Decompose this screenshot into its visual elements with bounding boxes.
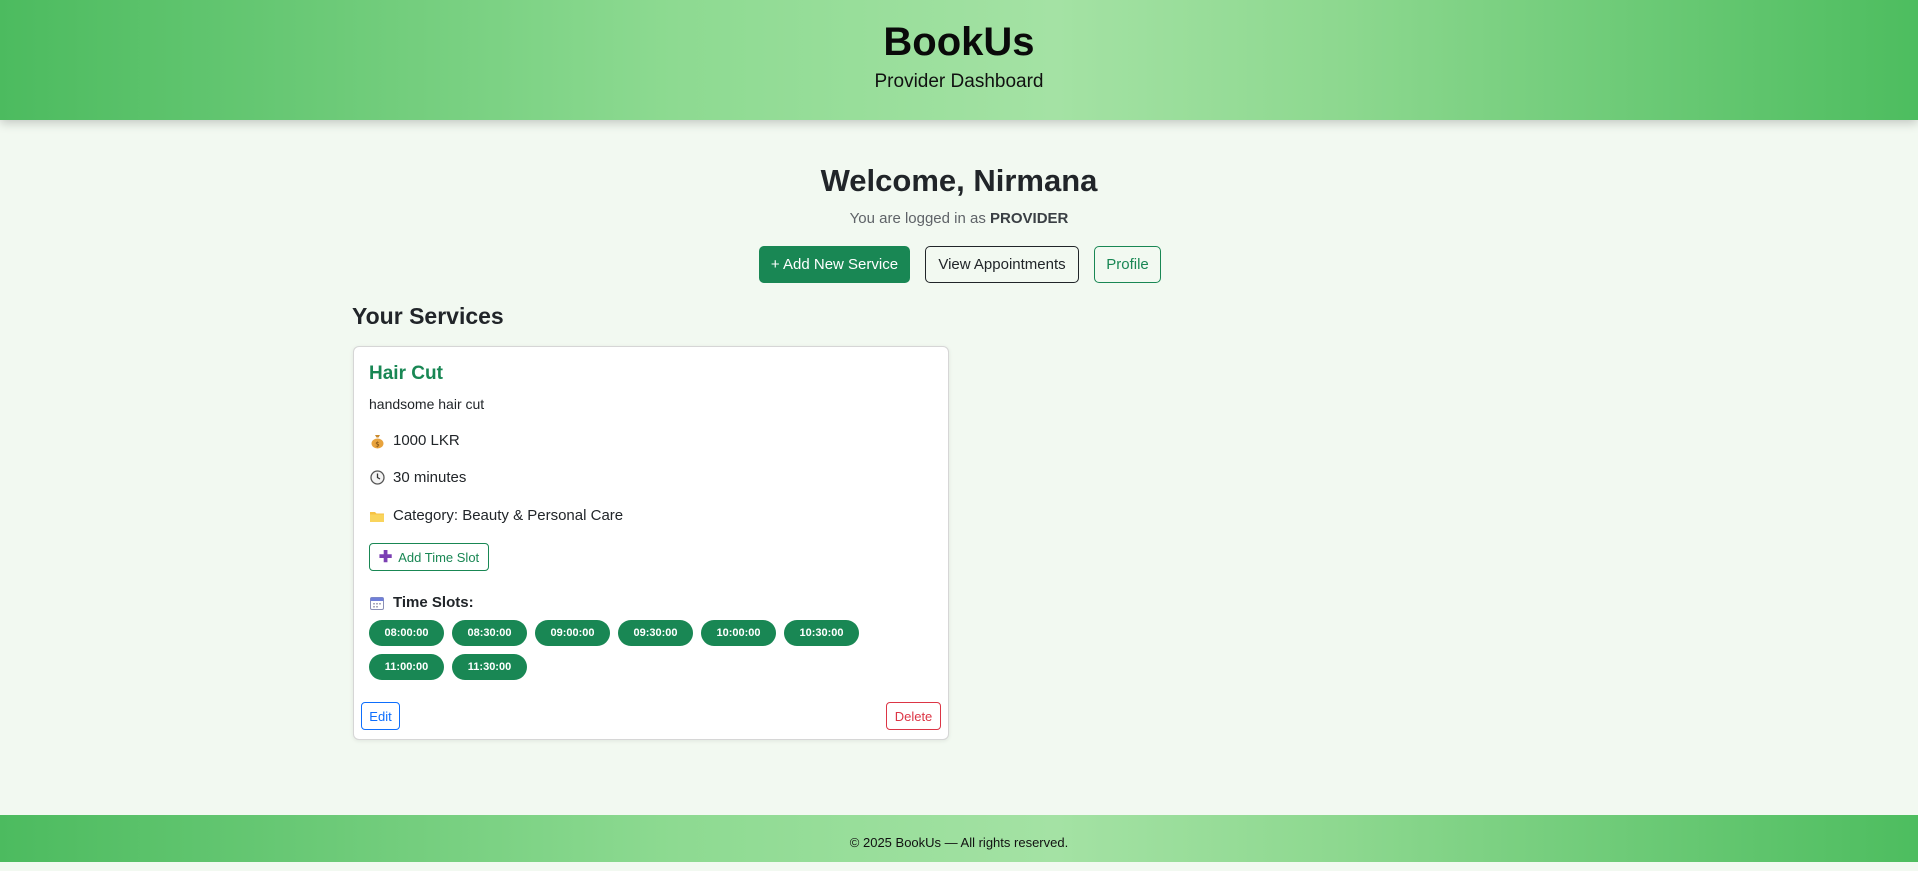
welcome-title: Welcome, Nirmana	[820, 163, 1098, 198]
header-tagline: Provider Dashboard	[874, 71, 1044, 92]
time-slots-heading: Time Slots:	[369, 594, 474, 611]
add-time-slot-button[interactable]: ✚ Add Time Slot	[369, 543, 489, 571]
logged-in-text: You are logged in as PROVIDER	[0, 210, 1918, 227]
calendar-icon	[369, 595, 385, 611]
time-slot[interactable]: 11:30:00	[452, 654, 527, 680]
category-text: Category: Beauty & Personal Care	[393, 507, 624, 524]
add-new-service-button[interactable]: + Add New Service	[759, 246, 910, 283]
add-time-slot-label: Add Time Slot	[398, 549, 480, 565]
clock-icon	[369, 470, 385, 486]
time-slot[interactable]: 09:00:00	[535, 620, 610, 646]
delete-service-button[interactable]: Delete	[886, 702, 941, 730]
time-slot[interactable]: 10:30:00	[784, 620, 859, 646]
service-price: $ 1000 LKR	[369, 432, 460, 449]
plus-icon: ✚	[378, 549, 393, 566]
service-name: Hair Cut	[369, 363, 443, 384]
service-card: Hair Cut handsome hair cut $ 1000 LKR 30…	[353, 346, 949, 740]
time-slot[interactable]: 08:00:00	[369, 620, 444, 646]
service-description: handsome hair cut	[369, 396, 485, 412]
time-slot-list: 08:00:00 08:30:00 09:00:00 09:30:00 10:0…	[369, 620, 889, 680]
money-bag-icon: $	[369, 433, 385, 449]
svg-text:$: $	[375, 440, 379, 448]
your-services-title: Your Services	[352, 303, 504, 329]
profile-button[interactable]: Profile	[1094, 246, 1161, 283]
edit-service-button[interactable]: Edit	[361, 702, 400, 730]
view-appointments-button[interactable]: View Appointments	[925, 246, 1079, 283]
price-text: 1000 LKR	[393, 432, 460, 449]
page-header: BookUs Provider Dashboard	[0, 0, 1918, 120]
folder-icon	[369, 508, 385, 524]
brand-title: BookUs	[883, 20, 1035, 64]
duration-text: 30 minutes	[393, 469, 467, 486]
user-role: PROVIDER	[990, 210, 1069, 227]
time-slot[interactable]: 11:00:00	[369, 654, 444, 680]
time-slot[interactable]: 08:30:00	[452, 620, 527, 646]
footer-text: © 2025 BookUs — All rights reserved.	[849, 835, 1069, 850]
time-slot[interactable]: 10:00:00	[701, 620, 776, 646]
service-duration: 30 minutes	[369, 469, 466, 486]
time-slots-label: Time Slots:	[393, 594, 474, 611]
page-footer: © 2025 BookUs — All rights reserved.	[0, 815, 1918, 862]
logged-prefix: You are logged in as	[849, 210, 991, 227]
service-category: Category: Beauty & Personal Care	[369, 507, 623, 524]
time-slot[interactable]: 09:30:00	[618, 620, 693, 646]
